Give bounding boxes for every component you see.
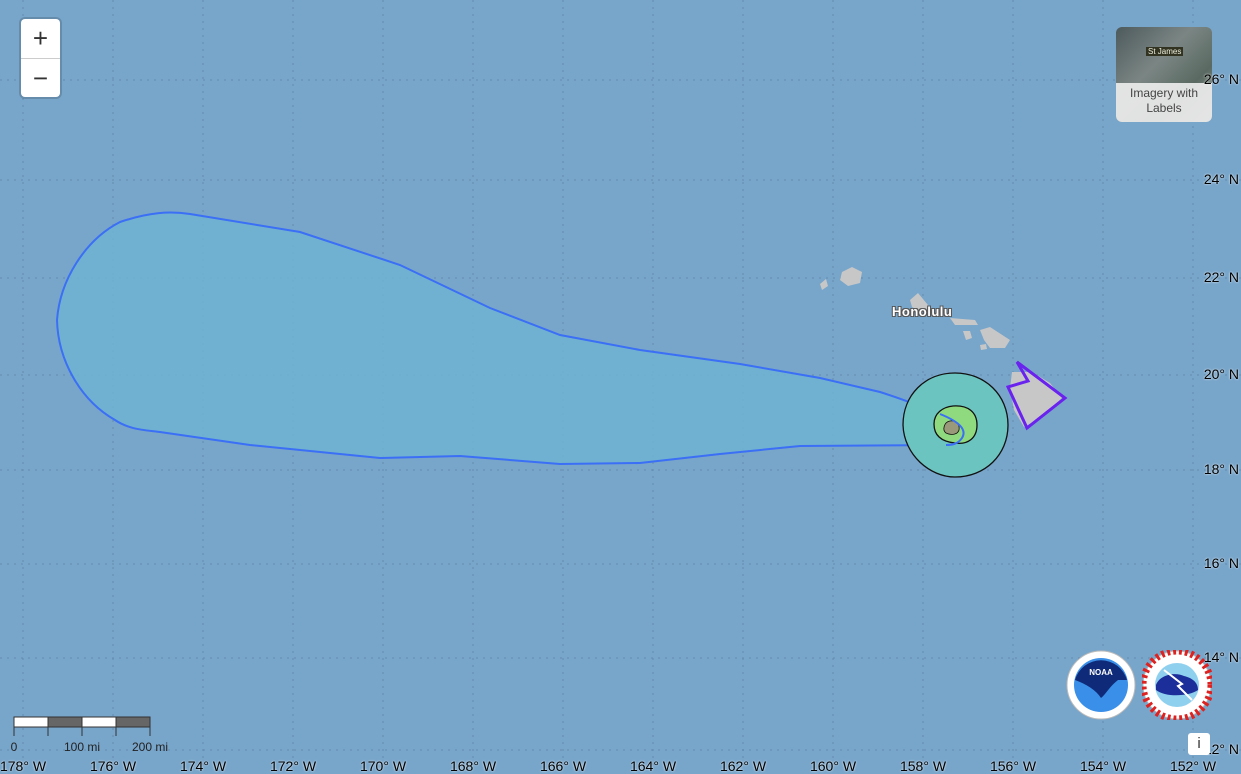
basemap-label: Imagery with Labels (1116, 83, 1212, 122)
basemap-toggle[interactable]: St James Imagery with Labels (1116, 27, 1212, 122)
longitude-label: 162° W (719, 758, 767, 774)
longitude-label: 176° W (89, 758, 137, 774)
longitude-label: 154° W (1079, 758, 1127, 774)
island-lanai (963, 331, 972, 340)
forecast-cone[interactable] (55, 211, 964, 466)
nws-logo[interactable] (1142, 650, 1212, 720)
basemap-thumbnail-text: St James (1146, 47, 1184, 56)
island-kauai (840, 267, 862, 286)
longitude-label: 166° W (539, 758, 587, 774)
longitude-label: 164° W (629, 758, 677, 774)
longitude-label: 172° W (269, 758, 317, 774)
latitude-label: 26° N (1203, 71, 1239, 87)
longitude-label: 158° W (899, 758, 947, 774)
latitude-label: 22° N (1203, 269, 1239, 285)
latitude-label: 20° N (1203, 366, 1239, 382)
scale-label: 200 mi (131, 740, 169, 754)
noaa-logo[interactable]: NOAA (1066, 650, 1136, 720)
svg-text:NOAA: NOAA (1089, 668, 1113, 677)
wind-field[interactable] (902, 372, 1009, 478)
island-molokai (950, 318, 978, 325)
island-kahoolawe (980, 344, 987, 350)
info-button[interactable]: i (1188, 733, 1210, 755)
scale-label: 100 mi (63, 740, 101, 754)
latitude-label: 24° N (1203, 171, 1239, 187)
longitude-label: 170° W (359, 758, 407, 774)
longitude-label: 174° W (179, 758, 227, 774)
longitude-label: 178° W (0, 758, 47, 774)
zoom-in-button[interactable]: + (21, 19, 60, 59)
longitude-label: 160° W (809, 758, 857, 774)
longitude-label: 152° W (1169, 758, 1217, 774)
island-niihau (820, 279, 828, 290)
scale-label: 0 (10, 740, 18, 754)
longitude-label: 168° W (449, 758, 497, 774)
longitude-label: 156° W (989, 758, 1037, 774)
scale-bar: 0 100 mi 200 mi (11, 716, 168, 754)
zoom-control: + − (21, 19, 60, 97)
map-canvas[interactable] (0, 0, 1241, 768)
zoom-out-button[interactable]: − (21, 59, 60, 98)
latitude-label: 16° N (1203, 555, 1239, 571)
place-label-honolulu: Honolulu (892, 304, 953, 319)
latitude-label: 18° N (1203, 461, 1239, 477)
island-hawaii (1010, 372, 1062, 427)
